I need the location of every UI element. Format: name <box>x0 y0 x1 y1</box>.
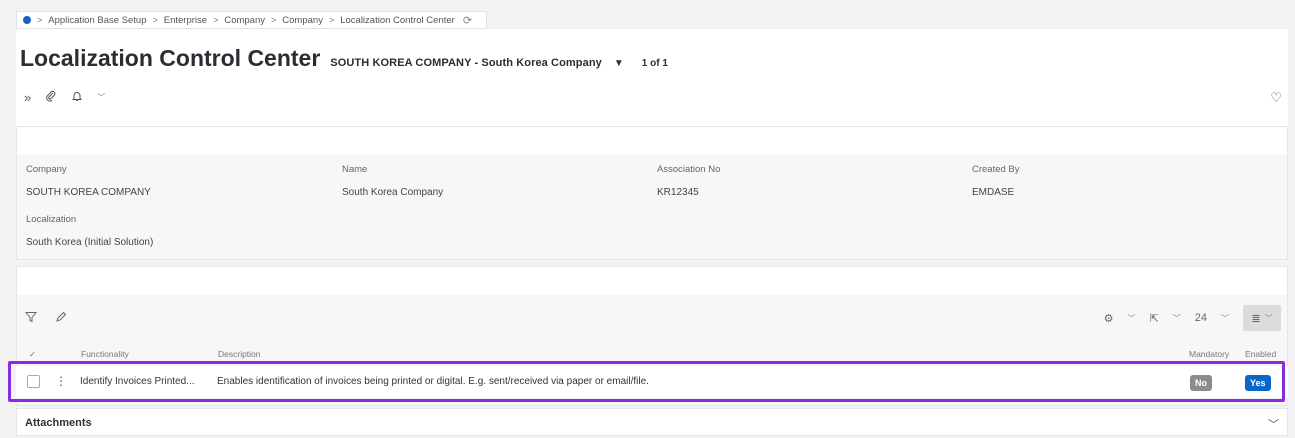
field-label: Association No <box>657 164 721 175</box>
chevron-down-icon[interactable]: ﹀ <box>1221 313 1229 324</box>
row-highlight-outline <box>8 361 1285 402</box>
home-dot-icon[interactable] <box>23 16 31 24</box>
record-count: 1 of 1 <box>641 58 668 69</box>
breadcrumb-item-enterprise[interactable]: Enterprise <box>164 15 207 26</box>
list-toolbar-right: ⚙ ﹀ ⇱ ﹀ 24 ﹀ ≣ ﹀ <box>1104 305 1281 331</box>
select-all-check-icon[interactable]: ✓ <box>29 349 36 360</box>
attachments-title: Attachments <box>25 417 92 429</box>
breadcrumb-separator: > <box>328 15 335 25</box>
chevron-down-icon[interactable]: ﹀ <box>1268 416 1279 432</box>
gear-icon[interactable]: ⚙ <box>1104 312 1114 325</box>
field-company: Company SOUTH KOREA COMPANY <box>26 164 151 198</box>
field-value: KR12345 <box>657 187 699 198</box>
view-toggle-button[interactable]: ≣ ﹀ <box>1243 305 1281 331</box>
breadcrumb: > Application Base Setup > Enterprise > … <box>16 11 488 29</box>
chevron-down-icon: ﹀ <box>1264 313 1273 323</box>
refresh-icon[interactable]: ⟳ <box>463 14 472 27</box>
card-top-strip <box>17 267 1287 295</box>
column-header-enabled[interactable]: Enabled <box>1245 349 1276 359</box>
column-header-mandatory[interactable]: Mandatory <box>1189 349 1229 359</box>
column-header-description[interactable]: Description <box>218 349 261 359</box>
double-chevron-right-icon[interactable]: » <box>24 90 31 105</box>
pencil-icon[interactable] <box>55 311 67 326</box>
field-value: South Korea (Initial Solution) <box>26 237 154 248</box>
page-header: Localization Control Center SOUTH KOREA … <box>16 29 1288 126</box>
field-label: Company <box>26 164 67 175</box>
heart-icon[interactable]: ♡ <box>1270 90 1282 106</box>
list-view-icon: ≣ <box>1251 312 1261 325</box>
field-value: South Korea Company <box>342 187 444 198</box>
chevron-down-icon[interactable]: ﹀ <box>97 92 105 103</box>
paperclip-icon[interactable] <box>45 90 57 105</box>
field-label: Localization <box>26 214 77 225</box>
field-value: EMDASE <box>972 187 1015 198</box>
breadcrumb-item-localization-control-center[interactable]: Localization Control Center <box>340 15 455 26</box>
breadcrumb-separator: > <box>271 15 277 25</box>
detail-card: Company SOUTH KOREA COMPANY Name South K… <box>16 126 1288 260</box>
field-localization: Localization South Korea (Initial Soluti… <box>26 214 153 248</box>
page-title: Localization Control Center <box>20 45 321 71</box>
chevron-down-icon[interactable]: ﹀ <box>1128 313 1136 324</box>
page-toolbar: » ﹀ <box>24 90 105 105</box>
breadcrumb-item-company[interactable]: Company <box>224 15 265 26</box>
breadcrumb-separator: > <box>213 15 219 25</box>
field-association-no: Association No KR12345 <box>657 164 720 198</box>
filter-icon[interactable] <box>24 311 38 326</box>
title-row: Localization Control Center SOUTH KOREA … <box>20 45 668 72</box>
attachments-section[interactable]: Attachments ﹀ <box>16 408 1288 436</box>
list-toolbar: ⚙ ﹀ ⇱ ﹀ 24 ﹀ ≣ ﹀ <box>17 295 1287 343</box>
bell-icon[interactable] <box>71 90 83 105</box>
field-created-by: Created By EMDASE <box>972 164 1020 198</box>
card-top-strip <box>17 127 1287 155</box>
export-icon[interactable]: ⇱ <box>1150 312 1159 325</box>
chevron-down-icon[interactable]: ﹀ <box>1173 313 1181 324</box>
breadcrumb-separator: > <box>152 15 158 25</box>
breadcrumb-separator: > <box>37 15 43 25</box>
caret-down-icon[interactable]: ▼ <box>614 58 624 69</box>
breadcrumb-item-company-2[interactable]: Company <box>282 15 323 26</box>
record-selector[interactable]: SOUTH KOREA COMPANY - South Korea Compan… <box>330 57 602 69</box>
list-toolbar-left <box>24 311 67 326</box>
breadcrumb-item-application-base-setup[interactable]: Application Base Setup <box>48 15 146 26</box>
page-size-selector[interactable]: 24 <box>1195 312 1207 324</box>
field-value: SOUTH KOREA COMPANY <box>26 187 151 198</box>
field-label: Created By <box>972 164 1020 175</box>
column-header-functionality[interactable]: Functionality <box>81 349 129 359</box>
field-label: Name <box>342 164 368 175</box>
field-name: Name South Korea Company <box>342 164 443 198</box>
